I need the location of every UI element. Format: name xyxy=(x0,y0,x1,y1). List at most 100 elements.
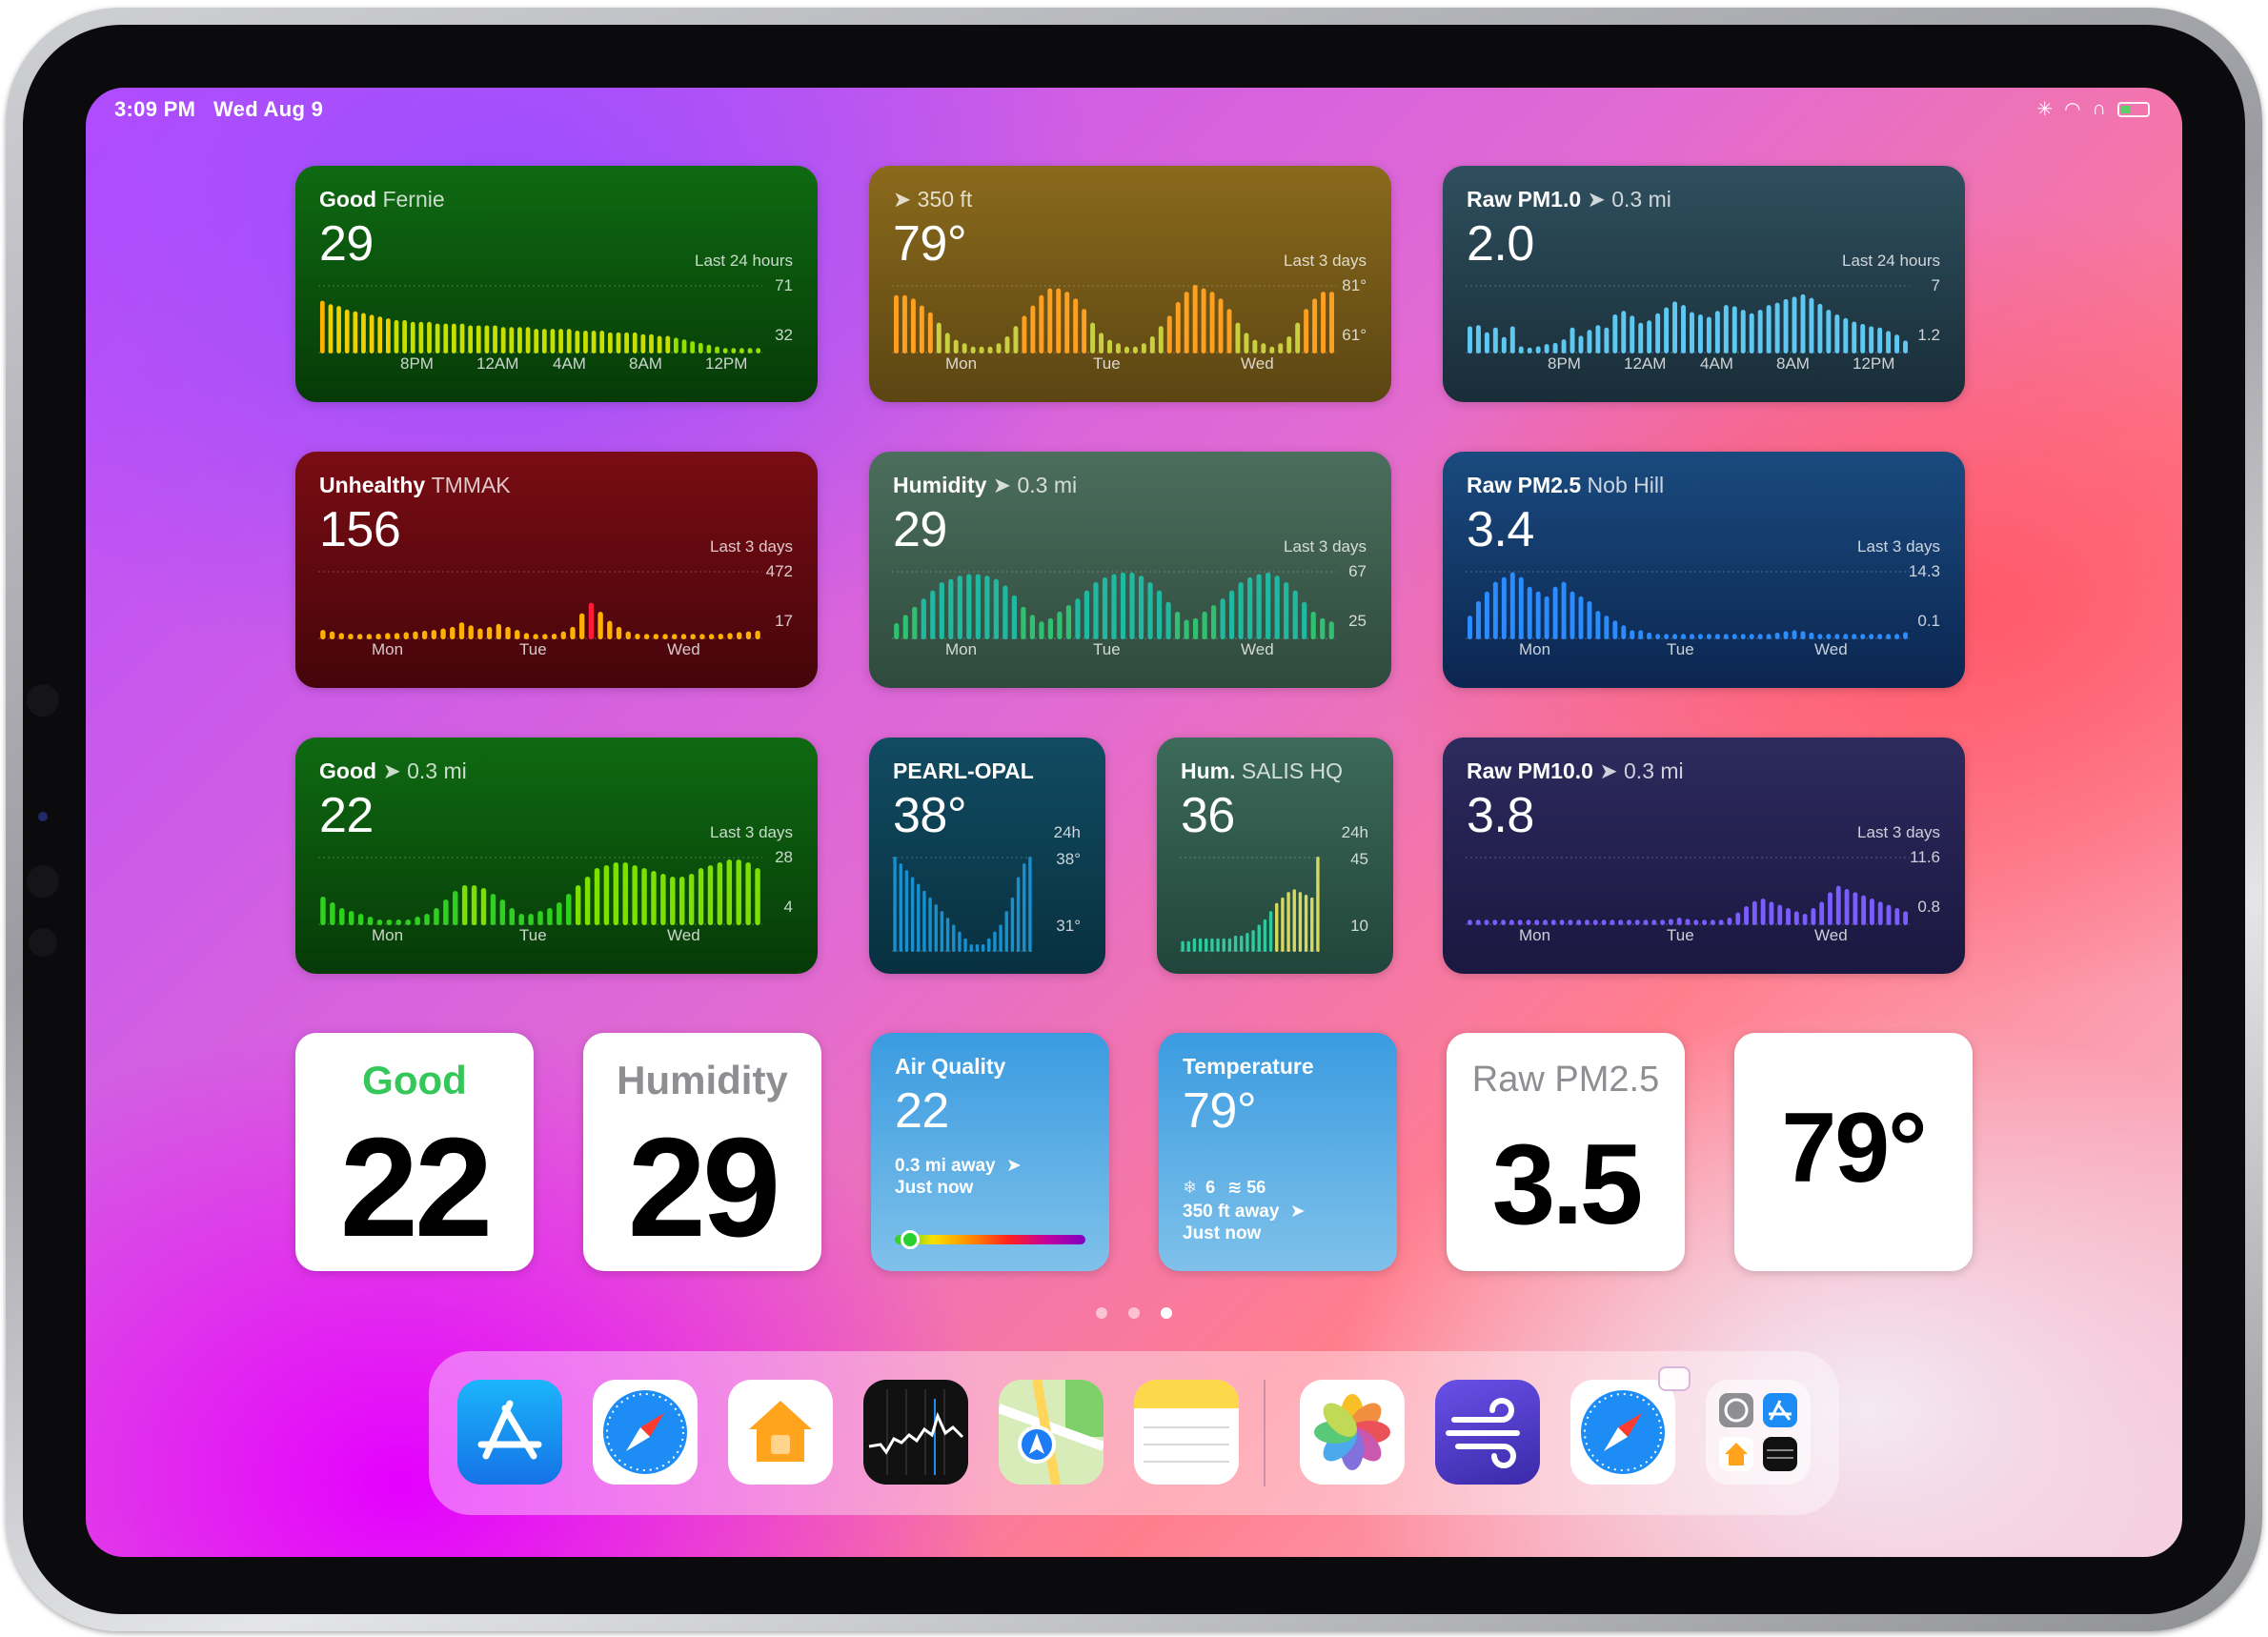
chart-x-label: Wed xyxy=(1241,354,1274,373)
chart-bar xyxy=(1468,616,1472,639)
widget-w6[interactable]: Raw PM2.5 Nob Hill 3.4 Last 3 days 14.3 … xyxy=(1443,452,1965,688)
page-indicator[interactable] xyxy=(86,1307,2182,1319)
widget-title: PEARL-OPAL xyxy=(893,758,1034,783)
chart-bar xyxy=(690,341,696,354)
chart-x-label: Mon xyxy=(1519,926,1551,944)
notes-app[interactable] xyxy=(1134,1380,1239,1485)
chart-bar xyxy=(969,944,973,952)
chart-bar xyxy=(699,634,705,639)
chart-x-label: 12AM xyxy=(1624,354,1667,373)
chart-bar xyxy=(962,343,967,354)
widget-chart xyxy=(318,285,762,354)
widget-w4[interactable]: Unhealthy TMMAK 156 Last 3 days 472 17 M… xyxy=(295,452,818,688)
chart-bar xyxy=(1869,634,1874,639)
chart-bar xyxy=(1886,331,1892,354)
temp-distance-row: 350 ft away ➤ xyxy=(1183,1201,1306,1223)
widget-min: 0.8 xyxy=(1917,898,1940,916)
chart-bar xyxy=(1501,576,1507,639)
widget-w8[interactable]: PEARL-OPAL 38° 24h 38° 31° xyxy=(869,738,1105,974)
chart-bar xyxy=(1601,920,1607,925)
temp-big-widget[interactable]: 79° xyxy=(1734,1033,1973,1271)
maps-app[interactable] xyxy=(999,1380,1104,1485)
page-dot-3[interactable] xyxy=(1161,1307,1172,1319)
chart-bar xyxy=(1714,634,1720,639)
widget-period: Last 3 days xyxy=(1857,823,1940,841)
chart-bar xyxy=(1569,327,1575,354)
widget-w7[interactable]: Good ➤ 0.3 mi 22 Last 3 days 28 4 Mon Tue… xyxy=(295,738,818,974)
chart-bar xyxy=(1693,920,1699,925)
chart-bar xyxy=(987,346,993,354)
chart-bar xyxy=(672,634,678,639)
chart-bar xyxy=(413,631,418,639)
chart-bar xyxy=(993,578,999,639)
chart-bar xyxy=(534,329,539,354)
humidity-widget[interactable]: Humidity 29 xyxy=(583,1033,821,1271)
app-library[interactable] xyxy=(1706,1380,1811,1485)
chart-bar xyxy=(756,348,761,354)
chart-bar xyxy=(722,348,728,354)
widget-w5[interactable]: Humidity ➤ 0.3 mi 29 Last 3 days 67 25 M… xyxy=(869,452,1391,688)
photos-app[interactable] xyxy=(1300,1380,1405,1485)
chart-bar xyxy=(1099,333,1104,354)
handoff-badge-icon xyxy=(1658,1366,1691,1391)
chart-bar xyxy=(1860,634,1866,639)
widget-w2[interactable]: ➤ 350 ft 79° Last 3 days 81° 61° Mon Tue W… xyxy=(869,166,1391,402)
chart-bar xyxy=(1886,634,1892,639)
app-store-app[interactable] xyxy=(457,1380,562,1485)
safari-app-recent[interactable] xyxy=(1570,1380,1675,1485)
home-app[interactable] xyxy=(728,1380,833,1485)
widget-subtitle: TMMAK xyxy=(431,473,511,497)
widget-w3[interactable]: Raw PM1.0 ➤ 0.3 mi 2.0 Last 24 hours 7 1… xyxy=(1443,166,1965,402)
chart-x-label: 12AM xyxy=(476,354,519,373)
widget-w9[interactable]: Hum. SALIS HQ 36 24h 45 10 xyxy=(1157,738,1393,974)
chart-bar xyxy=(987,938,991,952)
chart-bar xyxy=(1834,634,1840,639)
chart-bar xyxy=(1292,889,1296,952)
chart-bar xyxy=(1685,919,1691,925)
page-dot-1[interactable] xyxy=(1096,1307,1107,1319)
chart-bar xyxy=(468,325,474,354)
chart-bar xyxy=(921,598,926,639)
chart-bar xyxy=(1612,314,1618,354)
air-quality-widget[interactable]: Air Quality 22 0.3 mi away ➤ Just now xyxy=(871,1033,1109,1271)
widget-value: 22 xyxy=(319,788,374,843)
temperature-widget[interactable]: Temperature 79° ❄ 6 ≋ 56 350 ft away ➤ J… xyxy=(1159,1033,1397,1271)
chart-bar xyxy=(1056,288,1062,354)
chart-bar xyxy=(690,634,696,639)
temp-time: Just now xyxy=(1183,1223,1262,1243)
chart-bar xyxy=(1116,343,1121,354)
chart-bar xyxy=(904,870,909,952)
chart-bar xyxy=(1073,298,1079,354)
chart-bar xyxy=(1894,634,1900,639)
chart-bar xyxy=(1723,634,1729,639)
widget-title: Raw PM10.0 xyxy=(1467,758,1593,783)
widget-w1[interactable]: Good Fernie 29 Last 24 hours 71 32 8PM 12… xyxy=(295,166,818,402)
chart-bar xyxy=(533,634,538,639)
good-aqi-widget[interactable]: Good 22 xyxy=(295,1033,534,1271)
aq-time: Just now xyxy=(895,1178,974,1198)
location-arrow-icon: ➤ xyxy=(1587,187,1612,212)
chart-bar xyxy=(1647,632,1652,639)
chart-bar xyxy=(1860,323,1866,354)
chart-bar xyxy=(981,944,985,952)
chart-bar xyxy=(624,332,629,354)
page-dot-2[interactable] xyxy=(1128,1307,1140,1319)
widget-chart xyxy=(1180,857,1321,952)
safari-app[interactable] xyxy=(593,1380,698,1485)
chart-bar xyxy=(651,871,657,925)
pm25-widget[interactable]: Raw PM2.5 3.5 xyxy=(1447,1033,1685,1271)
chart-bar xyxy=(1526,920,1531,925)
chart-bar xyxy=(910,298,916,354)
stocks-app[interactable] xyxy=(863,1380,968,1485)
widget-header: Hum. SALIS HQ xyxy=(1181,758,1343,784)
chart-bar xyxy=(427,321,432,354)
chart-bar xyxy=(1251,930,1255,952)
chart-bar xyxy=(1205,938,1208,952)
chart-bar xyxy=(410,321,415,354)
chart-bar xyxy=(357,634,363,639)
widget-w10[interactable]: Raw PM10.0 ➤ 0.3 mi 3.8 Last 3 days 11.6… xyxy=(1443,738,1965,974)
chart-bar xyxy=(1257,924,1261,952)
widget-subtitle: 0.3 mi xyxy=(1017,473,1078,497)
chart-bar xyxy=(922,890,926,952)
wind-app[interactable] xyxy=(1435,1380,1540,1485)
